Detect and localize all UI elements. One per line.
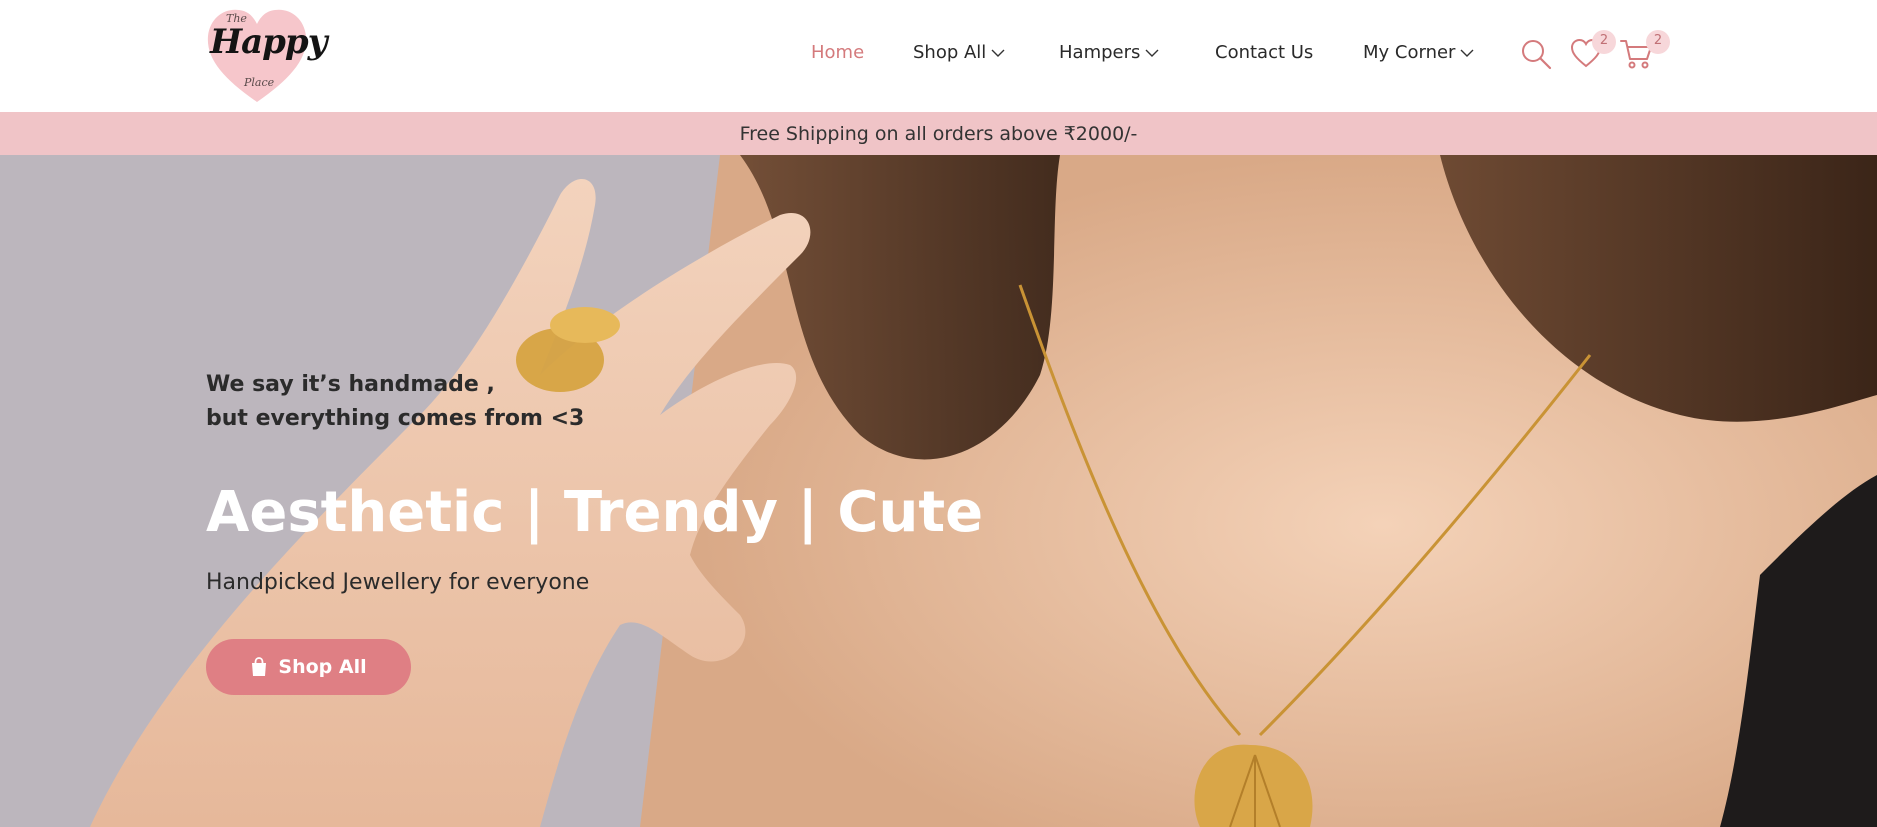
- nav-contact-us[interactable]: Contact Us: [1215, 42, 1313, 63]
- chevron-down-icon: [1145, 48, 1159, 58]
- hero-subtitle: Handpicked Jewellery for everyone: [206, 570, 590, 595]
- wishlist-count-badge: 2: [1592, 30, 1616, 54]
- cart-count-badge: 2: [1646, 30, 1670, 54]
- wishlist-button[interactable]: 2: [1570, 30, 1616, 68]
- promo-bar: Free Shipping on all orders above ₹2000/…: [0, 112, 1877, 155]
- search-button[interactable]: [1520, 38, 1552, 70]
- hero-title: Aesthetic | Trendy | Cute: [206, 480, 984, 545]
- chevron-down-icon: [1460, 48, 1474, 58]
- logo[interactable]: The Happy Place: [204, 4, 327, 106]
- promo-text: Free Shipping on all orders above ₹2000/…: [739, 122, 1138, 145]
- shop-all-button[interactable]: Shop All: [206, 639, 411, 695]
- hero-banner: We say it’s handmade , but everything co…: [0, 155, 1877, 827]
- nav-my-corner[interactable]: My Corner: [1363, 42, 1474, 63]
- hero-tagline-line1: We say it’s handmade ,: [206, 372, 495, 397]
- site-header: The Happy Place Home Shop All Hampers Co…: [0, 0, 1877, 112]
- hero-tagline: We say it’s handmade , but everything co…: [206, 368, 584, 436]
- nav-shop-all-label: Shop All: [913, 42, 987, 63]
- search-icon: [1522, 40, 1552, 70]
- hero-tagline-line2: but everything comes from <3: [206, 406, 585, 431]
- nav-contact-label: Contact Us: [1215, 42, 1314, 63]
- chevron-down-icon: [991, 48, 1005, 58]
- cart-button[interactable]: 2: [1620, 30, 1670, 70]
- nav-home[interactable]: Home: [811, 42, 864, 63]
- nav-shop-all[interactable]: Shop All: [913, 42, 1005, 63]
- nav-hampers[interactable]: Hampers: [1059, 42, 1159, 63]
- shopping-bag-icon: [252, 657, 267, 676]
- logo-word-place: Place: [244, 76, 275, 89]
- logo-word-happy: Happy: [210, 22, 327, 62]
- nav-hampers-label: Hampers: [1059, 42, 1141, 63]
- nav-home-label: Home: [811, 42, 865, 63]
- nav-my-corner-label: My Corner: [1363, 42, 1456, 63]
- shop-all-button-label: Shop All: [278, 656, 367, 678]
